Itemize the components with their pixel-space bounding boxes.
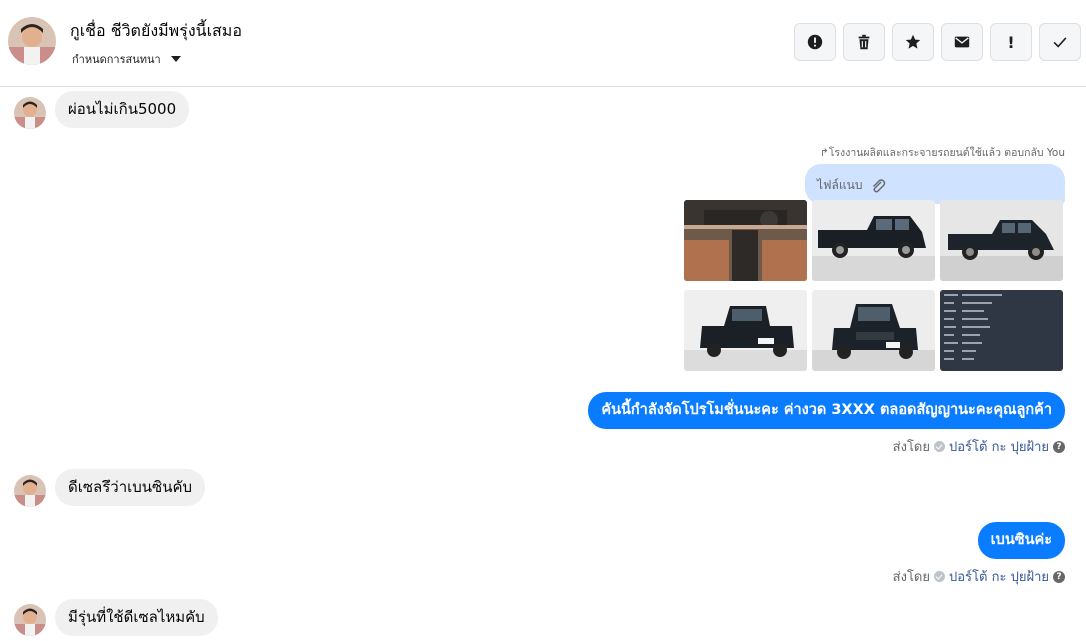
verified-check-icon [934, 571, 945, 582]
exclamation-icon: ! [1007, 32, 1015, 52]
photo-thumbnail-truck-angle[interactable] [940, 200, 1063, 281]
attachment-text: ไฟล์แนบ [817, 178, 863, 192]
star-icon [905, 34, 921, 49]
photo-thumbnail-truck-rear[interactable] [684, 290, 807, 371]
help-icon[interactable]: ? [1053, 440, 1065, 453]
priority-button[interactable]: ! [990, 23, 1032, 61]
contact-name: กูเชื่อ ชีวิตยังมีพรุ่งนี้เสมอ [70, 21, 242, 40]
check-icon [1053, 37, 1067, 48]
star-button[interactable] [892, 23, 934, 61]
sent-by-prefix: ส่งโดย [892, 440, 930, 455]
incoming-message[interactable]: มีรุ่นที่ใช้ดีเซลไหมคับ [55, 599, 218, 636]
mark-done-button[interactable] [1039, 23, 1081, 61]
paperclip-icon [873, 178, 886, 192]
sender-avatar[interactable] [14, 97, 46, 129]
toolbar: ! [794, 23, 1081, 61]
sender-avatar[interactable] [14, 604, 46, 636]
attachment-bubble[interactable]: ไฟล์แนบ [805, 164, 1065, 204]
sender-name-link[interactable]: ปอร์โต้ กะ ปุยฝ้าย [949, 566, 1049, 587]
trash-icon [858, 34, 870, 50]
photo-thumbnail-truck-side[interactable] [812, 200, 935, 281]
reply-note: ↱โรงงานผลิตและกระจายรถยนต์ใช้แล้ว ตอบกลั… [819, 147, 1065, 159]
sent-by-info: ส่งโดย ปอร์โต้ กะ ปุยฝ้าย ? [893, 566, 1065, 587]
alert-circle-icon [807, 34, 823, 50]
incoming-message[interactable]: ดีเซลรึว่าเบนซินคับ [55, 469, 206, 506]
incoming-message[interactable]: ผ่อนไม่เกิน5000 [55, 91, 190, 128]
mark-spam-button[interactable] [794, 23, 836, 61]
photo-thumbnail-spec-sheet[interactable] [940, 290, 1063, 371]
photo-thumbnail-interior[interactable] [684, 200, 807, 281]
sent-by-prefix: ส่งโดย [892, 570, 930, 585]
sent-by-info: ส่งโดย ปอร์โต้ กะ ปุยฝ้าย ? [893, 436, 1065, 457]
mail-icon [954, 36, 970, 48]
sender-name-link[interactable]: ปอร์โต้ กะ ปุยฝ้าย [949, 436, 1049, 457]
sender-avatar[interactable] [14, 475, 46, 507]
verified-check-icon [934, 441, 945, 452]
contact-avatar[interactable] [8, 17, 56, 65]
mark-unread-button[interactable] [941, 23, 983, 61]
delete-button[interactable] [843, 23, 885, 61]
photo-thumbnail-truck-front[interactable] [812, 290, 935, 371]
caret-down-icon [170, 56, 181, 62]
conversation-settings[interactable]: กำหนดการสนทนา [72, 50, 181, 68]
conversation-header: กูเชื่อ ชีวิตยังมีพรุ่งนี้เสมอ กำหนดการส… [0, 0, 1086, 87]
outgoing-message[interactable]: เบนซินค่ะ [977, 522, 1065, 559]
help-icon[interactable]: ? [1053, 570, 1065, 583]
conversation-settings-label: กำหนดการสนทนา [72, 53, 161, 66]
attachment-label: ไฟล์แนบ [817, 176, 886, 195]
outgoing-message[interactable]: คันนี้กำลังจัดโปรโมชั่นนะคะ ค่างวด 3XXX … [588, 392, 1065, 429]
